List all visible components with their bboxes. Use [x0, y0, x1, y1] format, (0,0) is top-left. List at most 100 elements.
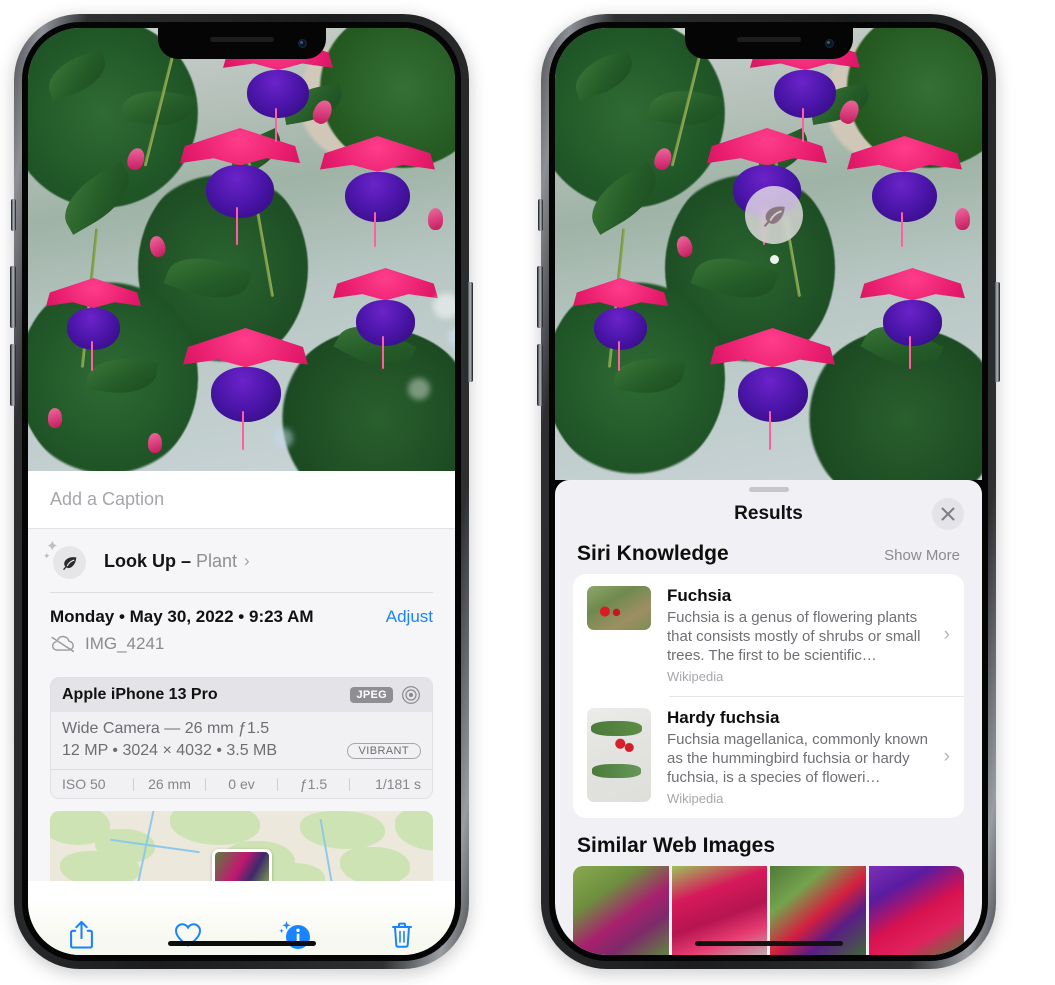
- section-title-siri-knowledge: Siri Knowledge: [577, 542, 729, 565]
- show-more-button[interactable]: Show More: [884, 547, 960, 564]
- camera-card-body: Wide Camera — 26 mm ƒ1.5 12 MP • 3024 × …: [51, 712, 432, 769]
- left-phone-device: Add a Caption ✦ ✦ Look Up – Plant › Mond…: [10, 14, 473, 969]
- info-button[interactable]: [275, 915, 315, 955]
- sparkle-small-icon: ✦: [43, 551, 51, 561]
- delete-button[interactable]: [382, 915, 422, 955]
- metadata-block: Monday • May 30, 2022 • 9:23 AM Adjust I…: [28, 593, 455, 664]
- look-up-label: Look Up: [104, 550, 176, 571]
- photo-filename: IMG_4241: [85, 634, 165, 653]
- aperture-icon: [401, 685, 421, 705]
- result-thumbnail: [587, 586, 651, 630]
- location-map[interactable]: [50, 811, 433, 881]
- chevron-right-icon: ›: [943, 624, 950, 645]
- share-button[interactable]: [61, 915, 101, 955]
- camera-size-line: 12 MP • 3024 × 4032 • 3.5 MB: [62, 742, 278, 759]
- camera-card-header: Apple iPhone 13 Pro JPEG: [51, 678, 432, 712]
- volume-up-button[interactable]: [10, 266, 16, 328]
- look-up-block: ✦ ✦ Look Up – Plant › Monday • May 30, 2…: [28, 529, 455, 955]
- right-phone-screen: Results Siri Knowledge Show More Fuchsia…: [555, 28, 982, 955]
- notch: [157, 28, 326, 59]
- flower: [333, 268, 438, 369]
- look-up-row[interactable]: ✦ ✦ Look Up – Plant ›: [28, 529, 455, 592]
- metadata-file-row: IMG_4241: [50, 634, 433, 654]
- flower: [46, 278, 141, 372]
- camera-size-row: 12 MP • 3024 × 4032 • 3.5 MB VIBRANT: [62, 742, 421, 760]
- result-description: Fuchsia is a genus of flowering plants t…: [667, 609, 921, 664]
- visual-lookup-anchor-dot: [770, 255, 779, 264]
- exif-focal-length: 26 mm: [148, 776, 191, 792]
- list-item[interactable]: Fuchsia Fuchsia is a genus of flowering …: [573, 574, 964, 696]
- photo-viewer[interactable]: [555, 28, 982, 480]
- photo-date: Monday • May 30, 2022 • 9:23 AM: [50, 607, 314, 626]
- exif-row: ISO 50 26 mm 0 ev ƒ1.5 1/181 s: [51, 769, 432, 798]
- camera-info-card[interactable]: Apple iPhone 13 Pro JPEG Wide Camera — 2…: [50, 677, 433, 799]
- exif-aperture: ƒ1.5: [299, 776, 328, 792]
- visual-lookup-badge[interactable]: [745, 186, 803, 244]
- exif-iso: ISO 50: [62, 776, 106, 792]
- exif-exposure-value: 0 ev: [228, 776, 255, 792]
- photo-info-sheet: Add a Caption ✦ ✦ Look Up – Plant › Mond…: [28, 471, 455, 955]
- caption-input[interactable]: Add a Caption: [50, 489, 164, 510]
- chevron-right-icon: ›: [244, 551, 250, 570]
- exif-shutter-speed: 1/181 s: [375, 776, 421, 792]
- web-image-4[interactable]: [868, 866, 964, 955]
- earpiece-speaker: [209, 37, 274, 42]
- photo-toolbar: [28, 899, 455, 955]
- photo-viewer[interactable]: [28, 28, 455, 471]
- earpiece-speaker: [736, 37, 801, 42]
- caption-row[interactable]: Add a Caption: [28, 471, 455, 529]
- adjust-button[interactable]: Adjust: [386, 607, 433, 627]
- result-source: Wikipedia: [667, 669, 724, 684]
- result-description: Fuchsia magellanica, commonly known as t…: [667, 731, 928, 786]
- result-thumbnail: [587, 708, 651, 802]
- home-indicator[interactable]: [167, 941, 316, 946]
- close-icon: [941, 507, 955, 521]
- leaf-icon: [763, 206, 785, 227]
- front-camera-icon: [297, 39, 307, 48]
- siri-knowledge-card: Fuchsia Fuchsia is a genus of flowering …: [573, 574, 964, 818]
- flower: [180, 128, 300, 245]
- metadata-date-row: Monday • May 30, 2022 • 9:23 AM Adjust: [50, 607, 433, 627]
- flower: [320, 136, 435, 248]
- photo-location-pin[interactable]: [211, 849, 272, 881]
- results-header: Results: [555, 492, 982, 536]
- similar-web-images-header: Similar Web Images: [555, 818, 982, 866]
- camera-device-name: Apple iPhone 13 Pro: [62, 686, 218, 703]
- list-item[interactable]: Hardy fuchsia Fuchsia magellanica, commo…: [573, 696, 964, 818]
- mute-switch[interactable]: [538, 199, 543, 231]
- volume-up-button[interactable]: [537, 266, 543, 328]
- result-text-group: Hardy fuchsia Fuchsia magellanica, commo…: [667, 708, 942, 806]
- look-up-label-group: Look Up – Plant ›: [104, 551, 250, 572]
- chevron-right-icon: ›: [943, 746, 950, 767]
- home-indicator[interactable]: [694, 941, 843, 946]
- cloud-slash-icon: [50, 635, 76, 653]
- look-up-subject: Plant: [196, 550, 238, 571]
- volume-down-button[interactable]: [537, 344, 543, 406]
- format-badge: JPEG: [350, 687, 393, 703]
- camera-lens-line: Wide Camera — 26 mm ƒ1.5: [62, 720, 270, 737]
- power-button[interactable]: [994, 282, 1000, 382]
- photographic-style-badge: VIBRANT: [346, 743, 421, 759]
- notch: [684, 28, 853, 59]
- flower: [710, 328, 835, 450]
- power-button[interactable]: [467, 282, 473, 382]
- volume-down-button[interactable]: [10, 344, 16, 406]
- leaf-icon: [53, 546, 86, 579]
- result-text-group: Fuchsia Fuchsia is a genus of flowering …: [667, 586, 942, 684]
- section-title-similar-web-images: Similar Web Images: [577, 834, 776, 857]
- result-title: Hardy fuchsia: [667, 708, 780, 727]
- close-button[interactable]: [932, 498, 964, 530]
- siri-knowledge-header: Siri Knowledge Show More: [555, 536, 982, 574]
- flower: [573, 278, 668, 372]
- left-phone-bezel: Add a Caption ✦ ✦ Look Up – Plant › Mond…: [22, 22, 461, 961]
- result-title: Fuchsia: [667, 586, 732, 605]
- web-image-1[interactable]: [573, 866, 669, 955]
- result-source: Wikipedia: [667, 791, 724, 806]
- favorite-button[interactable]: [168, 915, 208, 955]
- look-up-dash: –: [181, 550, 192, 571]
- results-sheet: Results Siri Knowledge Show More Fuchsia…: [555, 480, 982, 955]
- mute-switch[interactable]: [11, 199, 16, 231]
- right-phone-bezel: Results Siri Knowledge Show More Fuchsia…: [549, 22, 988, 961]
- look-up-icon-group: ✦ ✦: [43, 539, 86, 579]
- front-camera-icon: [824, 39, 834, 48]
